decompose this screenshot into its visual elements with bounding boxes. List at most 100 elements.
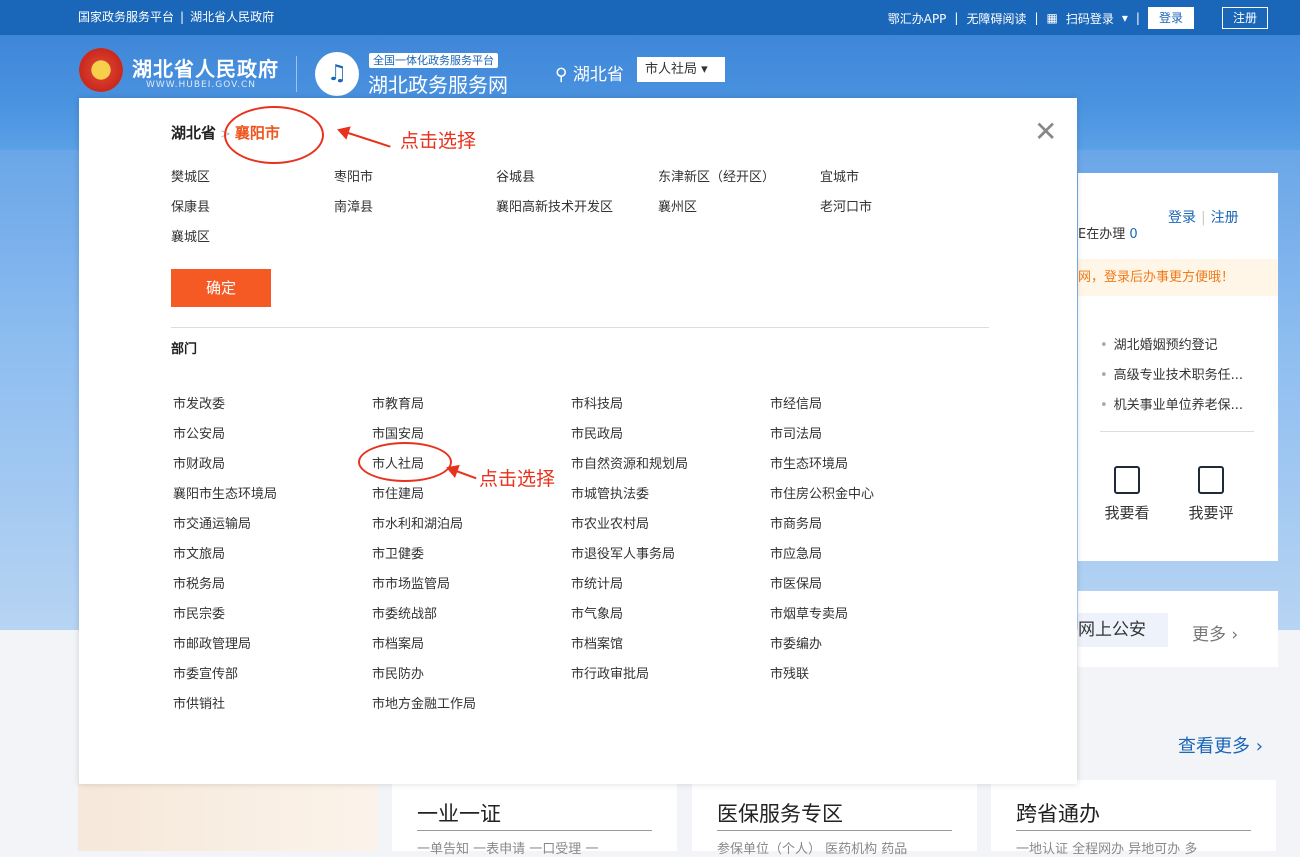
department-item[interactable]: 市公安局 (173, 423, 225, 442)
department-item[interactable]: 市商务局 (770, 513, 822, 532)
view-action[interactable]: 我要看 (1102, 466, 1152, 523)
department-item[interactable]: 市供销社 (173, 693, 225, 712)
department-item[interactable]: 市发改委 (173, 393, 225, 412)
breadcrumb-province[interactable]: 湖北省 (171, 124, 216, 142)
close-icon[interactable]: ✕ (1034, 118, 1057, 146)
card-login-link[interactable]: 登录 (1168, 210, 1196, 226)
department-item[interactable]: 市经信局 (770, 393, 822, 412)
department-item[interactable]: 市文旅局 (173, 543, 225, 562)
district-item[interactable]: 南漳县 (334, 196, 373, 215)
view-action-label: 我要看 (1104, 504, 1150, 522)
police-online-link[interactable]: 网上公安 (1078, 613, 1168, 647)
card-register-link[interactable]: 注册 (1211, 210, 1239, 226)
hot-service-list: 湖北婚姻预约登记 高级专业技术职务任... 机关事业单位养老保... (1100, 337, 1243, 427)
department-item[interactable]: 市气象局 (571, 603, 623, 622)
gov-name[interactable]: 湖北省人民政府 (132, 53, 279, 82)
department-item[interactable]: 市统计局 (571, 573, 623, 592)
service-card[interactable]: 跨省通办 一地认证 全程网办 异地可办 多 (991, 780, 1276, 857)
rate-action[interactable]: 我要评 (1186, 466, 1236, 523)
department-item[interactable]: 市委编办 (770, 633, 822, 652)
district-item[interactable]: 谷城县 (496, 166, 535, 185)
department-item[interactable]: 襄阳市生态环境局 (173, 483, 277, 502)
platform-name[interactable]: 湖北政务服务网 (368, 69, 508, 98)
department-item[interactable]: 市司法局 (770, 423, 822, 442)
top-left-links: 国家政务服务平台 | 湖北省人民政府 (78, 10, 275, 24)
department-item[interactable]: 市科技局 (571, 393, 623, 412)
department-item[interactable]: 市邮政管理局 (173, 633, 251, 652)
department-item[interactable]: 市国安局 (372, 423, 424, 442)
department-item[interactable]: 市水利和湖泊局 (372, 513, 463, 532)
hot-service-item[interactable]: 湖北婚姻预约登记 (1100, 337, 1243, 367)
service-card-sub: 参保单位（个人） 医药机构 药品 (717, 842, 908, 857)
hot-service-item[interactable]: 机关事业单位养老保... (1100, 397, 1243, 427)
department-item[interactable]: 市财政局 (173, 453, 225, 472)
national-emblem-icon (79, 48, 123, 92)
login-button[interactable]: 登录 (1147, 7, 1194, 29)
annotation-circle (224, 106, 324, 164)
service-card[interactable]: 一业一证 一单告知 一表申请 一口受理 一 (392, 780, 677, 857)
hot-service-item[interactable]: 高级专业技术职务任... (1100, 367, 1243, 397)
department-item[interactable]: 市生态环境局 (770, 453, 848, 472)
department-item[interactable]: 市民防办 (372, 663, 424, 682)
location-pin-icon: ⚲ (555, 65, 568, 85)
department-item[interactable]: 市城管执法委 (571, 483, 649, 502)
qr-login-link[interactable]: 扫码登录 (1066, 10, 1114, 27)
department-item[interactable]: 市交通运输局 (173, 513, 251, 532)
service-card[interactable]: 医保服务专区参保单位（个人） 医药机构 药品 (692, 780, 977, 857)
department-item[interactable]: 市委统战部 (372, 603, 437, 622)
department-item[interactable]: 市档案局 (372, 633, 424, 652)
department-item[interactable]: 市住建局 (372, 483, 424, 502)
department-item[interactable]: 市税务局 (173, 573, 225, 592)
department-item[interactable]: 市委宣传部 (173, 663, 238, 682)
annotation-circle (358, 442, 452, 482)
department-item[interactable]: 市应急局 (770, 543, 822, 562)
annotation-arrow (447, 467, 477, 480)
in-progress-count[interactable]: E在办理 0 (1078, 223, 1138, 242)
chevron-right-icon: › (1231, 625, 1239, 645)
service-card-sub: 一单告知 一表申请 一口受理 一 (417, 842, 599, 857)
gov-url: WWW.HUBEI.GOV.CN (146, 80, 257, 90)
department-item[interactable]: 市残联 (770, 663, 809, 682)
section-divider (171, 327, 989, 328)
region-dept-modal: 湖北省 > 襄阳市 点击选择 ✕ 樊城区 枣阳市 谷城县 东津新区（经开区） 宜城市 保康县南… (79, 98, 1077, 784)
department-item[interactable]: 市烟草专卖局 (770, 603, 848, 622)
location-selector[interactable]: ⚲ 湖北省 (555, 60, 624, 85)
department-item[interactable]: 市住房公积金中心 (770, 483, 874, 502)
district-item[interactable]: 宜城市 (820, 166, 859, 185)
annotation-label: 点击选择 (479, 468, 556, 490)
department-item[interactable]: 市医保局 (770, 573, 822, 592)
department-item[interactable]: 市市场监管局 (372, 573, 450, 592)
accessible-link[interactable]: 无障碍阅读 (966, 10, 1026, 27)
district-item[interactable]: 老河口市 (820, 196, 872, 215)
register-button[interactable]: 注册 (1221, 7, 1268, 29)
department-item[interactable]: 市卫健委 (372, 543, 424, 562)
department-item[interactable]: 市农业农村局 (571, 513, 649, 532)
district-item[interactable]: 东津新区（经开区） (658, 166, 775, 185)
district-item[interactable]: 樊城区 (171, 166, 210, 185)
district-item[interactable]: 襄州区 (658, 196, 697, 215)
confirm-button[interactable]: 确定 (171, 269, 271, 307)
annotation-arrow (338, 129, 391, 148)
more-link[interactable]: 更多 › (1192, 620, 1238, 645)
department-item[interactable]: 市退役军人事务局 (571, 543, 675, 562)
district-item[interactable]: 保康县 (171, 196, 210, 215)
more-label: 更多 (1192, 625, 1226, 645)
district-item[interactable]: 襄阳高新技术开发区 (496, 196, 613, 215)
service-card-title: 医保服务专区 (717, 802, 843, 826)
national-platform-link[interactable]: 国家政务服务平台 (78, 10, 174, 24)
top-right-links: 鄂汇办APP | 无障碍阅读 | ▦ 扫码登录 ▾ | 登录 注册 (888, 7, 1268, 29)
department-item[interactable]: 市民宗委 (173, 603, 225, 622)
district-item[interactable]: 襄城区 (171, 226, 210, 245)
department-item[interactable]: 市教育局 (372, 393, 424, 412)
department-item[interactable]: 市档案馆 (571, 633, 623, 652)
department-item[interactable]: 市行政审批局 (571, 663, 649, 682)
department-item[interactable]: 市地方金融工作局 (372, 693, 476, 712)
app-link[interactable]: 鄂汇办APP (888, 10, 947, 27)
top-bar: 国家政务服务平台 | 湖北省人民政府 鄂汇办APP | 无障碍阅读 | ▦ 扫码登录 ▾ |… (0, 0, 1300, 35)
dept-dropdown[interactable]: 市人社局 ▾ (637, 57, 725, 82)
district-item[interactable]: 枣阳市 (334, 166, 373, 185)
see-more-link[interactable]: 查看更多 › (1178, 732, 1263, 758)
department-item[interactable]: 市民政局 (571, 423, 623, 442)
hubei-gov-link[interactable]: 湖北省人民政府 (190, 10, 274, 24)
department-item[interactable]: 市自然资源和规划局 (571, 453, 688, 472)
